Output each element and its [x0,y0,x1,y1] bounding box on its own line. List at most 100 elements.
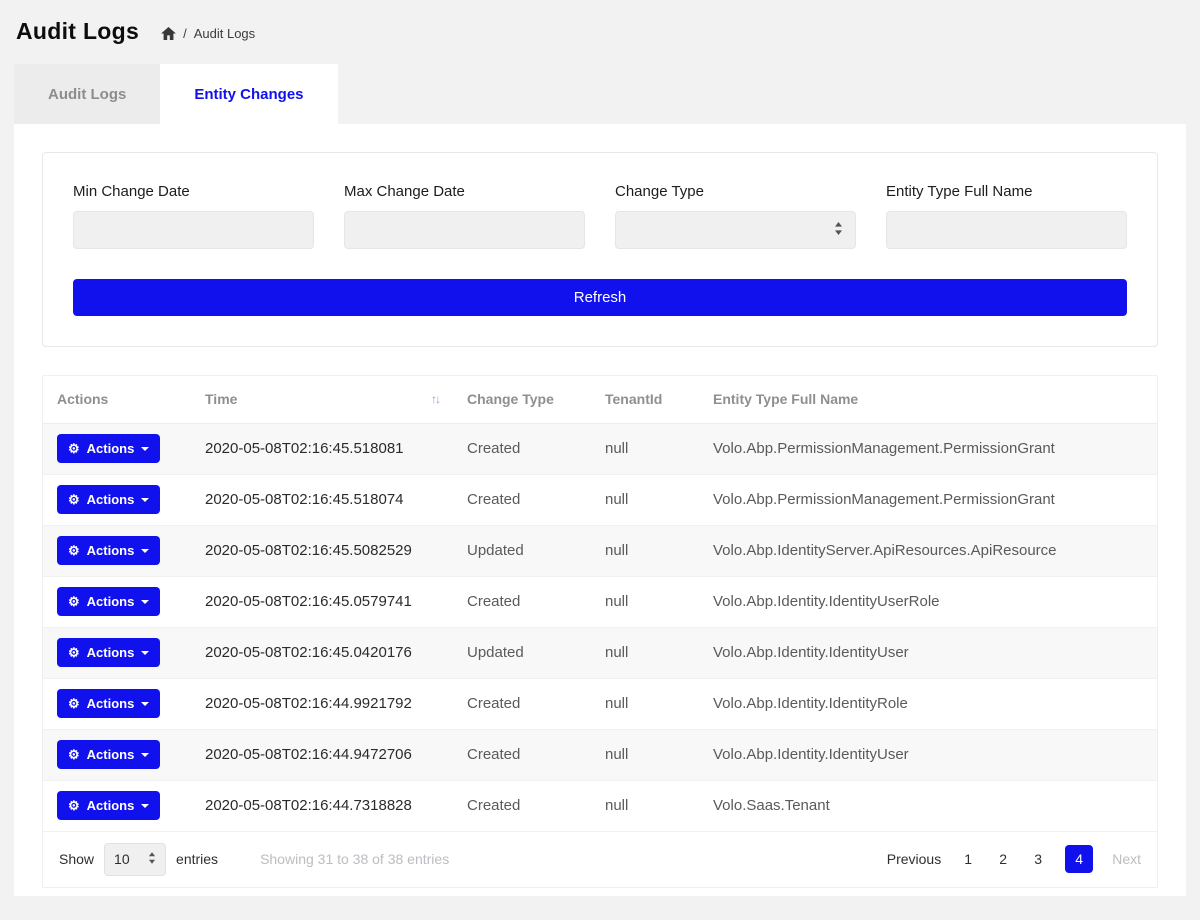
row-time: 2020-05-08T02:16:45.5082529 [191,525,453,576]
page-size-select[interactable]: 10 [104,843,166,876]
pagination-pages: 1 2 3 4 [960,845,1093,873]
table-body: ⚙ Actions 2020-05-08T02:16:45.518081 Cre… [43,423,1157,831]
row-time: 2020-05-08T02:16:44.9921792 [191,678,453,729]
row-actions-button[interactable]: ⚙ Actions [57,485,160,514]
actions-button-label: Actions [87,645,135,660]
table-row: ⚙ Actions 2020-05-08T02:16:44.9472706 Cr… [43,729,1157,780]
tab-bar: Audit Logs Entity Changes [14,64,1186,124]
row-entity-type: Volo.Abp.Identity.IdentityRole [699,678,1157,729]
row-time: 2020-05-08T02:16:45.518081 [191,423,453,474]
page-title: Audit Logs [16,18,139,45]
row-actions-button[interactable]: ⚙ Actions [57,638,160,667]
column-header-actions: Actions [43,376,191,423]
pagination-page[interactable]: 1 [960,851,976,867]
chevron-down-icon [141,804,149,808]
table-header-row: Actions Time ↑↓ Change Type TenantId Ent… [43,376,1157,423]
table-row: ⚙ Actions 2020-05-08T02:16:45.5082529 Up… [43,525,1157,576]
row-change-type: Created [453,780,591,831]
table-row: ⚙ Actions 2020-05-08T02:16:44.9921792 Cr… [43,678,1157,729]
breadcrumb-separator: / [183,26,187,41]
column-header-tenant-id: TenantId [591,376,699,423]
max-change-date-label: Max Change Date [344,183,585,200]
pagination-previous[interactable]: Previous [887,851,941,867]
row-tenant-id: null [591,780,699,831]
change-type-select[interactable] [615,211,856,249]
content-panel: Min Change Date Max Change Date Change T… [14,124,1186,896]
max-change-date-input[interactable] [344,211,585,249]
chevron-down-icon [141,600,149,604]
select-arrows-icon [834,222,843,238]
row-change-type: Created [453,576,591,627]
cell-actions: ⚙ Actions [43,525,191,576]
pagination-page[interactable]: 4 [1065,845,1093,873]
page-size-value: 10 [114,851,130,867]
actions-button-label: Actions [87,543,135,558]
row-entity-type: Volo.Abp.Identity.IdentityUser [699,729,1157,780]
table-row: ⚙ Actions 2020-05-08T02:16:45.0579741 Cr… [43,576,1157,627]
row-tenant-id: null [591,423,699,474]
cell-actions: ⚙ Actions [43,678,191,729]
tab-entity-changes[interactable]: Entity Changes [160,64,337,124]
select-arrows-icon [148,851,156,867]
sort-icon[interactable]: ↑↓ [431,392,439,406]
actions-button-label: Actions [87,492,135,507]
pagination-page[interactable]: 2 [995,851,1011,867]
pagination-page[interactable]: 3 [1030,851,1046,867]
min-change-date-input[interactable] [73,211,314,249]
cell-actions: ⚙ Actions [43,423,191,474]
change-type-label: Change Type [615,183,856,200]
row-actions-button[interactable]: ⚙ Actions [57,740,160,769]
row-tenant-id: null [591,576,699,627]
home-icon[interactable] [161,27,176,40]
cell-actions: ⚙ Actions [43,474,191,525]
row-actions-button[interactable]: ⚙ Actions [57,536,160,565]
filter-field-min-change-date: Min Change Date [73,183,314,249]
page-header: Audit Logs / Audit Logs [0,0,1200,62]
row-change-type: Created [453,678,591,729]
row-time: 2020-05-08T02:16:44.9472706 [191,729,453,780]
gear-icon: ⚙ [68,442,80,455]
row-change-type: Updated [453,627,591,678]
row-tenant-id: null [591,525,699,576]
row-time: 2020-05-08T02:16:45.0420176 [191,627,453,678]
entity-type-full-name-input[interactable] [886,211,1127,249]
row-entity-type: Volo.Abp.PermissionManagement.Permission… [699,423,1157,474]
table-row: ⚙ Actions 2020-05-08T02:16:45.518074 Cre… [43,474,1157,525]
row-actions-button[interactable]: ⚙ Actions [57,689,160,718]
gear-icon: ⚙ [68,748,80,761]
chevron-down-icon [141,753,149,757]
row-time: 2020-05-08T02:16:45.518074 [191,474,453,525]
row-change-type: Created [453,729,591,780]
min-change-date-label: Min Change Date [73,183,314,200]
gear-icon: ⚙ [68,493,80,506]
row-tenant-id: null [591,678,699,729]
pagination: Previous 1 2 3 4 Next [887,845,1141,873]
row-actions-button[interactable]: ⚙ Actions [57,434,160,463]
filter-field-max-change-date: Max Change Date [344,183,585,249]
row-change-type: Created [453,474,591,525]
entity-changes-table: Actions Time ↑↓ Change Type TenantId Ent… [43,376,1157,832]
row-entity-type: Volo.Abp.PermissionManagement.Permission… [699,474,1157,525]
chevron-down-icon [141,651,149,655]
entries-label: entries [176,851,218,867]
row-entity-type: Volo.Saas.Tenant [699,780,1157,831]
actions-button-label: Actions [87,798,135,813]
row-tenant-id: null [591,729,699,780]
column-header-entity-type-full-name: Entity Type Full Name [699,376,1157,423]
gear-icon: ⚙ [68,799,80,812]
column-header-time[interactable]: Time ↑↓ [191,376,453,423]
gear-icon: ⚙ [68,697,80,710]
gear-icon: ⚙ [68,646,80,659]
entity-type-full-name-label: Entity Type Full Name [886,183,1127,200]
row-actions-button[interactable]: ⚙ Actions [57,791,160,820]
tab-audit-logs[interactable]: Audit Logs [14,64,160,124]
row-time: 2020-05-08T02:16:45.0579741 [191,576,453,627]
pagination-next[interactable]: Next [1112,851,1141,867]
row-actions-button[interactable]: ⚙ Actions [57,587,160,616]
refresh-button[interactable]: Refresh [73,279,1127,316]
actions-button-label: Actions [87,747,135,762]
chevron-down-icon [141,498,149,502]
cell-actions: ⚙ Actions [43,627,191,678]
showing-entries-text: Showing 31 to 38 of 38 entries [260,851,449,867]
row-change-type: Updated [453,525,591,576]
